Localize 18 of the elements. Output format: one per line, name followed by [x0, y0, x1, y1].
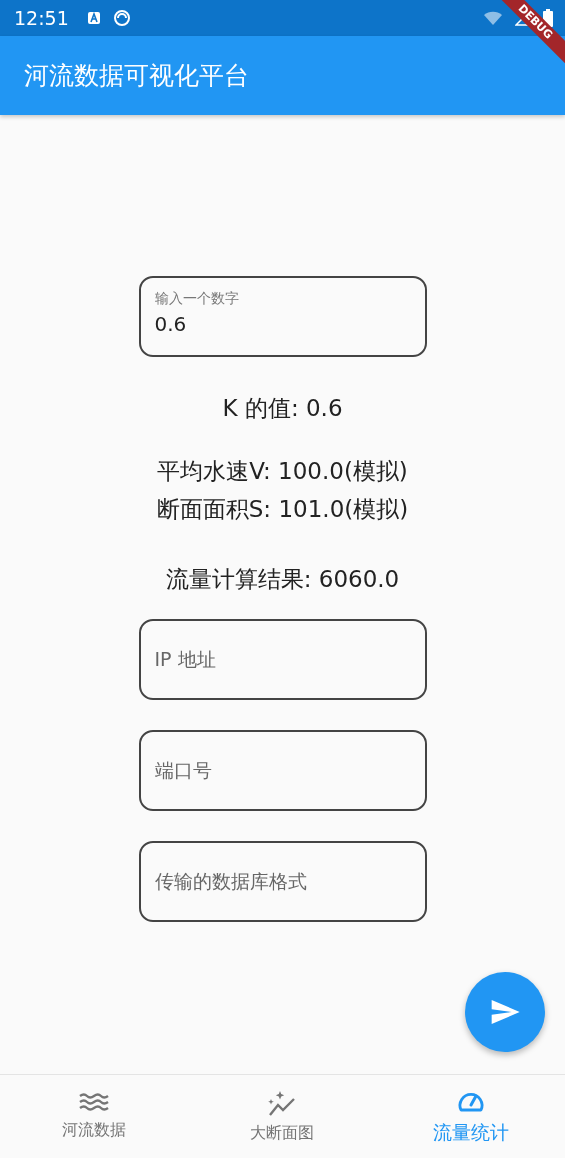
keyboard-icon — [86, 11, 101, 25]
status-time: 12:51 — [14, 7, 69, 29]
circle-icon — [112, 9, 131, 27]
number-input-field[interactable]: 输入一个数字 0.6 — [138, 276, 427, 357]
nav-tab[interactable]: 河流数据 — [0, 1075, 189, 1158]
result-text: 流量计算结果: 6060.0 — [165, 565, 400, 594]
input-field[interactable]: 端口号 — [138, 730, 427, 811]
nav-tab[interactable]: 流量统计 — [376, 1075, 565, 1158]
wifi-icon — [483, 10, 503, 26]
input-field[interactable]: IP 地址 — [138, 619, 427, 700]
result-text: K 的值: 0.6 — [222, 394, 343, 423]
app-title: 河流数据可视化平台 — [24, 60, 249, 92]
waves-icon — [78, 1092, 111, 1114]
result-text: 平均水速V: 100.0(模拟) — [157, 457, 408, 486]
input-field[interactable]: 传输的数据库格式 — [138, 841, 427, 922]
nav-tab[interactable]: 大断面图 — [188, 1075, 377, 1158]
send-button[interactable] — [465, 972, 545, 1052]
result-text: 断面面积S: 101.0(模拟) — [156, 495, 409, 524]
